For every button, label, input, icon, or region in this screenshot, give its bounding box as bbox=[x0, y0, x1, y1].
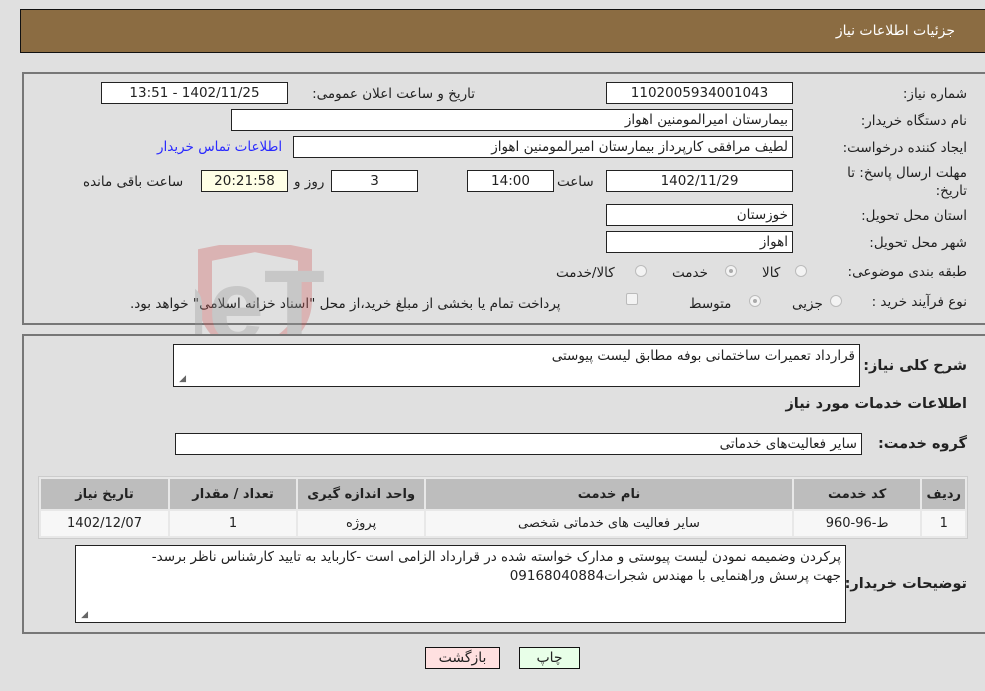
city-field: اهواز bbox=[606, 231, 793, 253]
category-option-service: خدمت bbox=[672, 265, 708, 281]
page-header: جزئیات اطلاعات نیاز bbox=[20, 9, 985, 53]
purchase-option-medium: متوسط bbox=[689, 296, 732, 312]
deadline-label: مهلت ارسال پاسخ: تا تاریخ: bbox=[847, 165, 967, 199]
col-service-code: کد خدمت bbox=[793, 479, 921, 509]
treasury-note: پرداخت تمام یا بخشی از مبلغ خرید،از محل … bbox=[130, 296, 561, 312]
description-text: قرارداد تعمیرات ساختمانی بوفه مطابق لیست… bbox=[551, 348, 855, 364]
announce-datetime-label: تاریخ و ساعت اعلان عمومی: bbox=[312, 86, 475, 102]
buyer-contact-link[interactable]: اطلاعات تماس خریدار bbox=[157, 139, 282, 155]
category-radio-goods[interactable] bbox=[795, 265, 807, 277]
buyer-org-field: بیمارستان امیرالمومنین اهواز bbox=[231, 109, 793, 131]
days-label: روز و bbox=[294, 174, 325, 190]
print-button[interactable]: چاپ bbox=[519, 647, 580, 669]
table-header-row: ردیف کد خدمت نام خدمت واحد اندازه گیری ت… bbox=[41, 479, 965, 509]
cell-service-name: سایر فعالیت های خدماتی شخصی bbox=[426, 511, 792, 536]
purchase-option-minor: جزیی bbox=[792, 296, 823, 312]
resize-handle-icon[interactable]: ◢ bbox=[176, 374, 186, 384]
province-label: استان محل تحویل: bbox=[861, 208, 967, 224]
city-label: شهر محل تحویل: bbox=[869, 235, 967, 251]
deadline-date-field: 1402/11/29 bbox=[606, 170, 793, 192]
description-label: شرح کلی نیاز: bbox=[863, 358, 967, 374]
province-field: خوزستان bbox=[606, 204, 793, 226]
requester-field: لطیف مرافقی کارپرداز بیمارستان امیرالموم… bbox=[293, 136, 793, 158]
purchase-radio-medium[interactable] bbox=[749, 295, 761, 307]
table-row: 1 ط-96-960 سایر فعالیت های خدماتی شخصی پ… bbox=[41, 511, 965, 536]
page-title: جزئیات اطلاعات نیاز bbox=[835, 23, 955, 39]
category-option-goods: کالا bbox=[762, 265, 781, 281]
back-button[interactable]: بازگشت bbox=[425, 647, 500, 669]
need-number-label: شماره نیاز: bbox=[902, 86, 967, 102]
need-number-field: 1102005934001043 bbox=[606, 82, 793, 104]
announce-datetime-field: 1402/11/25 - 13:51 bbox=[101, 82, 288, 104]
service-group-field: سایر فعالیت‌های خدماتی bbox=[175, 433, 862, 455]
cell-need-date: 1402/12/07 bbox=[41, 511, 168, 536]
time-remaining-field: 20:21:58 bbox=[201, 170, 288, 192]
col-unit: واحد اندازه گیری bbox=[298, 479, 425, 509]
services-table: ردیف کد خدمت نام خدمت واحد اندازه گیری ت… bbox=[38, 476, 968, 539]
category-radio-service[interactable] bbox=[725, 265, 737, 277]
days-remaining-field: 3 bbox=[331, 170, 418, 192]
time-remaining-label: ساعت باقی مانده bbox=[83, 174, 184, 190]
cell-quantity: 1 bbox=[170, 511, 297, 536]
purchase-type-label: نوع فرآیند خرید : bbox=[871, 294, 967, 310]
description-textarea[interactable]: قرارداد تعمیرات ساختمانی بوفه مطابق لیست… bbox=[173, 344, 860, 387]
services-section-title: اطلاعات خدمات مورد نیاز bbox=[785, 396, 967, 412]
col-row-number: ردیف bbox=[922, 479, 965, 509]
category-label: طبقه بندی موضوعی: bbox=[847, 264, 967, 280]
treasury-checkbox[interactable] bbox=[626, 293, 638, 305]
buyer-notes-label: توضیحات خریدار: bbox=[844, 576, 967, 592]
col-need-date: تاریخ نیاز bbox=[41, 479, 168, 509]
service-group-label: گروه خدمت: bbox=[877, 436, 967, 452]
buyer-notes-line-1: پرکردن وضمیمه نمودن لیست پیوستی و مدارک … bbox=[151, 549, 841, 565]
col-service-name: نام خدمت bbox=[426, 479, 792, 509]
buyer-notes-line-2: جهت پرسش وراهنمایی با مهندس شجرات0916804… bbox=[509, 568, 841, 584]
buyer-notes-textarea[interactable]: پرکردن وضمیمه نمودن لیست پیوستی و مدارک … bbox=[75, 545, 846, 623]
requester-label: ایجاد کننده درخواست: bbox=[842, 140, 967, 156]
cell-service-code: ط-96-960 bbox=[793, 511, 921, 536]
cell-unit: پروژه bbox=[298, 511, 425, 536]
deadline-time-field: 14:00 bbox=[467, 170, 554, 192]
category-option-goods-service: کالا/خدمت bbox=[556, 265, 615, 281]
col-quantity: تعداد / مقدار bbox=[170, 479, 297, 509]
category-radio-goods-service[interactable] bbox=[635, 265, 647, 277]
buyer-org-label: نام دستگاه خریدار: bbox=[860, 113, 967, 129]
purchase-radio-minor[interactable] bbox=[830, 295, 842, 307]
cell-row-number: 1 bbox=[922, 511, 965, 536]
resize-handle-icon[interactable]: ◢ bbox=[78, 610, 88, 620]
deadline-time-label: ساعت bbox=[557, 174, 594, 190]
